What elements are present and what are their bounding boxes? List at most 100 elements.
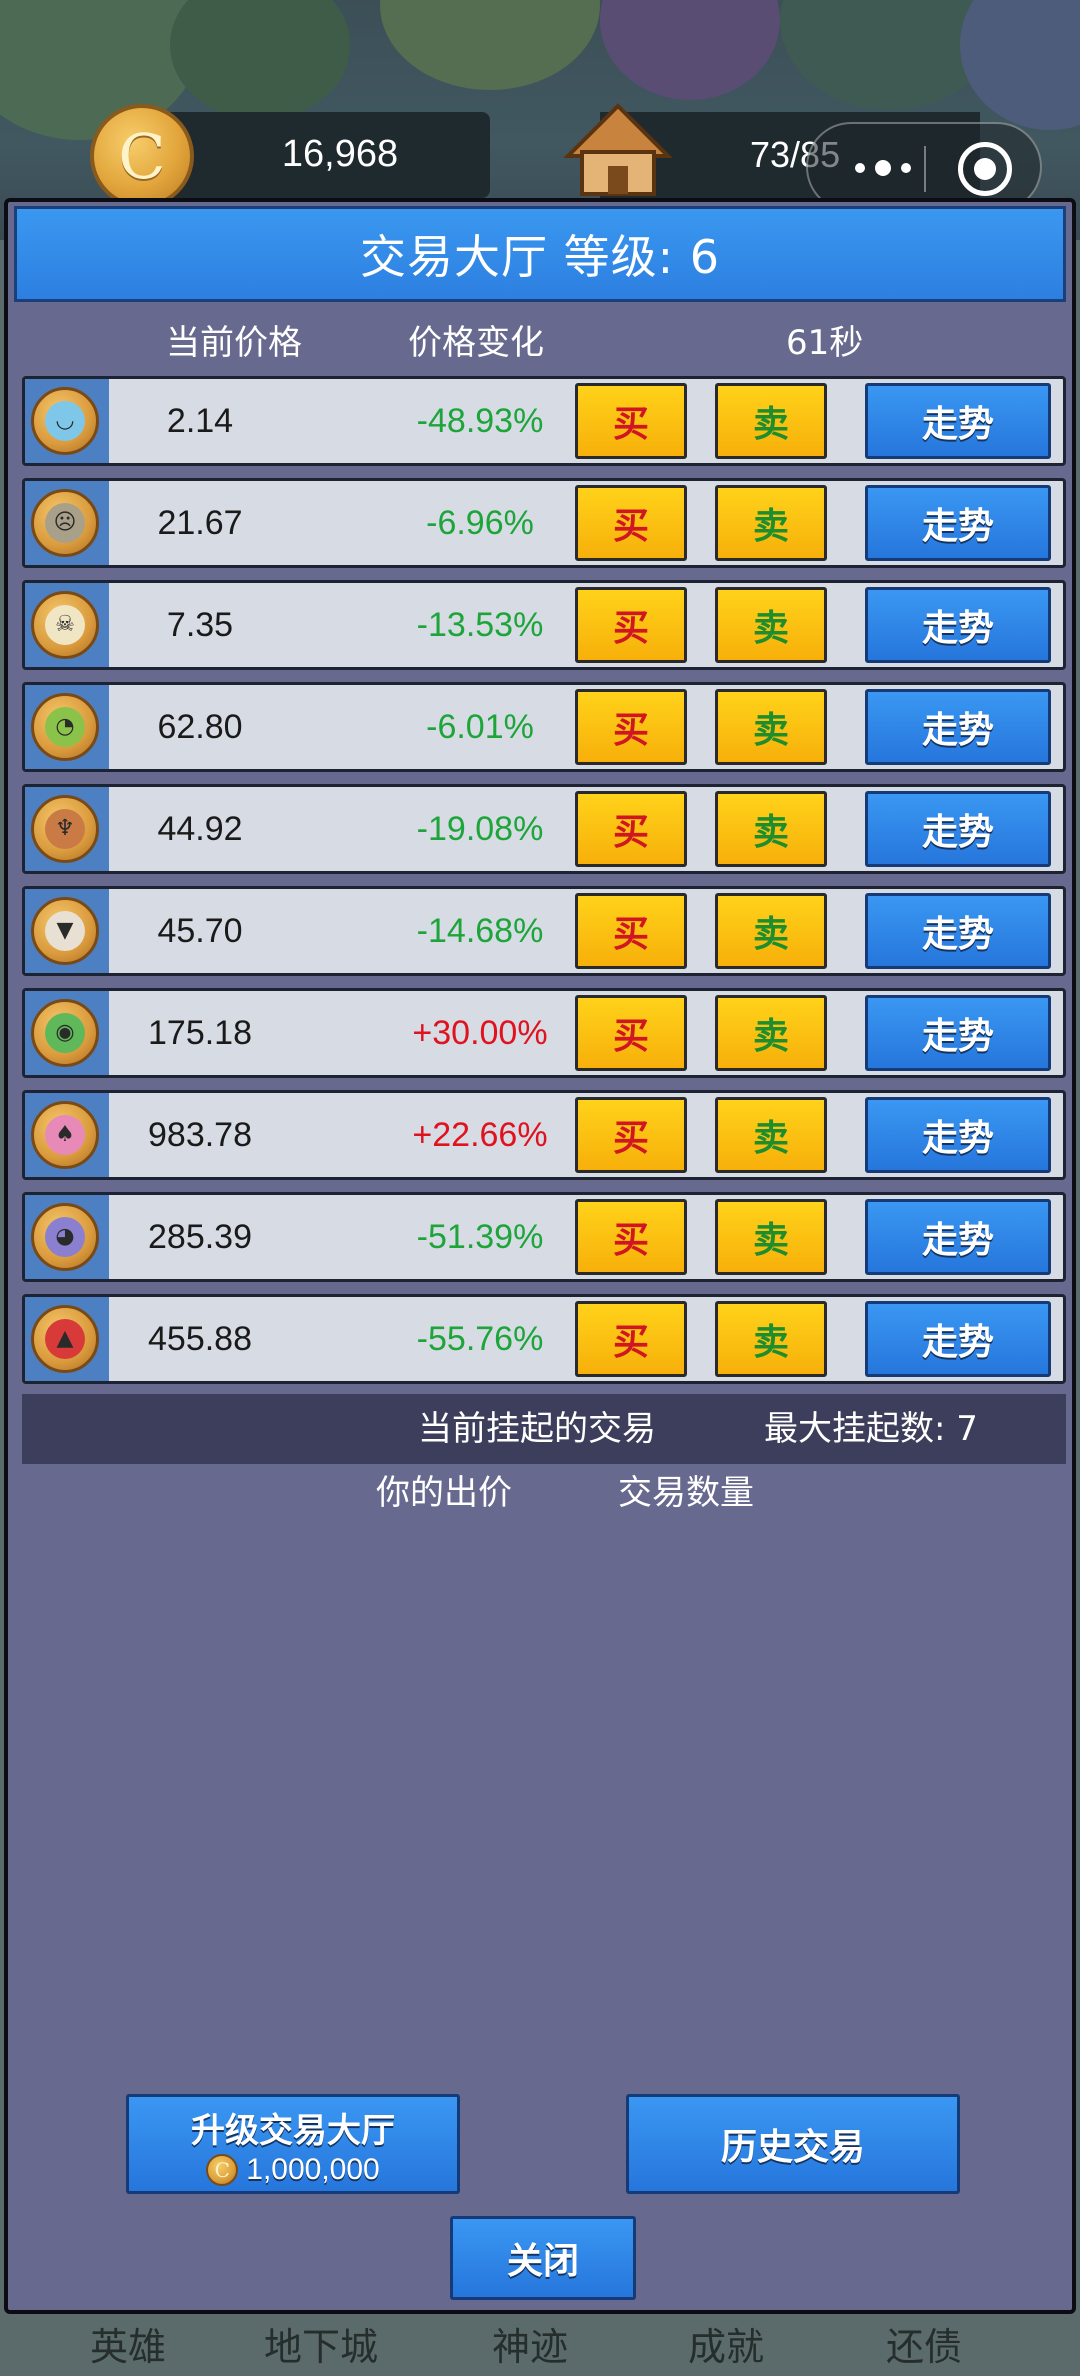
row-icon-cell: ▼ (25, 889, 109, 973)
commodity-row: ◉ 175.18 +30.00% 买 卖 走势 (22, 988, 1066, 1078)
pending-title: 当前挂起的交易 (418, 1409, 656, 1449)
trend-button[interactable]: 走势 (865, 587, 1051, 663)
col-your-bid: 你的出价 (376, 1473, 512, 1513)
refresh-timer: 61秒 (786, 323, 864, 363)
price-change: -19.08% (416, 810, 544, 848)
trend-button[interactable]: 走势 (865, 791, 1051, 867)
current-price: 62.80 (157, 708, 243, 746)
nav-dungeon[interactable]: 地下城 (264, 2322, 378, 2372)
row-icon-cell: ☠ (25, 583, 109, 667)
buy-button[interactable]: 买 (575, 485, 687, 561)
coin-symbol: C (118, 119, 166, 193)
history-trades-button[interactable]: 历史交易 (626, 2094, 960, 2194)
nav-repay-debt[interactable]: 还债 (886, 2322, 962, 2372)
pending-columns: 你的出价 交易数量 (8, 1468, 1072, 1518)
tree-shape (960, 0, 1080, 130)
trend-button[interactable]: 走势 (865, 1097, 1051, 1173)
sell-button[interactable]: 卖 (715, 1097, 827, 1173)
sell-button[interactable]: 卖 (715, 689, 827, 765)
row-icon-cell: ☹ (25, 481, 109, 565)
sell-button[interactable]: 卖 (715, 1301, 827, 1377)
upgrade-cost: C 1,000,000 (129, 2153, 457, 2187)
row-icon-cell: ◕ (25, 1195, 109, 1279)
commodity-row: ♆ 44.92 -19.08% 买 卖 走势 (22, 784, 1066, 874)
buy-button[interactable]: 买 (575, 383, 687, 459)
row-icon-cell: ◔ (25, 685, 109, 769)
wolf-icon: ▼ (31, 897, 99, 965)
buy-button[interactable]: 买 (575, 1301, 687, 1377)
purple-imp-icon: ◕ (31, 1203, 99, 1271)
commodity-row: ◔ 62.80 -6.01% 买 卖 走势 (22, 682, 1066, 772)
row-icon-cell: ◉ (25, 991, 109, 1075)
row-icon-cell: ♠ (25, 1093, 109, 1177)
row-icon-cell: ♆ (25, 787, 109, 871)
trend-button[interactable]: 走势 (865, 689, 1051, 765)
current-price: 44.92 (157, 810, 243, 848)
upgrade-cost-value: 1,000,000 (246, 2153, 380, 2186)
buy-button[interactable]: 买 (575, 689, 687, 765)
current-price: 2.14 (166, 402, 234, 440)
row-icon-cell: ▲ (25, 1297, 109, 1381)
buy-button[interactable]: 买 (575, 791, 687, 867)
commodity-row: ◕ 285.39 -51.39% 买 卖 走势 (22, 1192, 1066, 1282)
nav-miracle[interactable]: 神迹 (492, 2322, 568, 2372)
upgrade-hall-button[interactable]: 升级交易大厅 C 1,000,000 (126, 2094, 460, 2194)
price-change: -48.93% (416, 402, 544, 440)
close-button[interactable]: 关闭 (450, 2216, 636, 2300)
panel-title: 交易大厅 等级: 6 (14, 206, 1066, 302)
buy-button[interactable]: 买 (575, 1097, 687, 1173)
trend-button[interactable]: 走势 (865, 1301, 1051, 1377)
col-price-change: 价格变化 (408, 323, 544, 363)
trend-button[interactable]: 走势 (865, 485, 1051, 561)
col-trade-qty: 交易数量 (618, 1473, 754, 1513)
col-current-price: 当前价格 (166, 323, 302, 363)
more-options-icon[interactable] (838, 146, 928, 190)
current-price: 7.35 (166, 606, 234, 644)
blue-slime-icon: ◡ (31, 387, 99, 455)
current-price: 285.39 (148, 1218, 252, 1256)
tree-monster-icon: ♆ (31, 795, 99, 863)
nav-heroes[interactable]: 英雄 (90, 2322, 166, 2372)
coin-icon: C (90, 104, 194, 208)
nav-achievements[interactable]: 成就 (688, 2322, 764, 2372)
trend-button[interactable]: 走势 (865, 383, 1051, 459)
sell-button[interactable]: 卖 (715, 995, 827, 1071)
sell-button[interactable]: 卖 (715, 587, 827, 663)
column-headers: 当前价格 价格变化 61秒 (8, 318, 1072, 368)
trend-button[interactable]: 走势 (865, 995, 1051, 1071)
coin-amount: 16,968 (281, 133, 399, 175)
sell-button[interactable]: 卖 (715, 893, 827, 969)
current-price: 45.70 (157, 912, 243, 950)
skull-icon: ☠ (31, 591, 99, 659)
price-change: -14.68% (416, 912, 544, 950)
bottom-nav: 英雄 地下城 神迹 成就 还债 (0, 2316, 1080, 2376)
sell-button[interactable]: 卖 (715, 791, 827, 867)
close-miniprogram-icon[interactable] (958, 142, 1012, 196)
upgrade-label: 升级交易大厅 (191, 2111, 395, 2151)
current-price: 21.67 (157, 504, 243, 542)
commodity-list: ◡ 2.14 -48.93% 买 卖 走势 ☹ 21.67 -6.96% 买 卖… (22, 376, 1066, 1396)
coin-icon: C (206, 2154, 239, 2186)
price-change: +22.66% (412, 1116, 548, 1154)
goblin-icon: ◔ (31, 693, 99, 761)
sell-button[interactable]: 卖 (715, 1199, 827, 1275)
capsule-divider (924, 146, 926, 192)
tree-shape (600, 0, 780, 100)
sell-button[interactable]: 卖 (715, 383, 827, 459)
commodity-row: ☠ 7.35 -13.53% 买 卖 走势 (22, 580, 1066, 670)
mushroom-icon: ♠ (31, 1101, 99, 1169)
buy-button[interactable]: 买 (575, 893, 687, 969)
buy-button[interactable]: 买 (575, 1199, 687, 1275)
price-change: -13.53% (416, 606, 544, 644)
row-icon-cell: ◡ (25, 379, 109, 463)
trend-button[interactable]: 走势 (865, 893, 1051, 969)
sell-button[interactable]: 卖 (715, 485, 827, 561)
price-change: -55.76% (416, 1320, 544, 1358)
buy-button[interactable]: 买 (575, 995, 687, 1071)
orc-icon: ◉ (31, 999, 99, 1067)
tree-shape (380, 0, 600, 90)
max-pending-label: 最大挂起数: 7 (764, 1409, 978, 1449)
house-icon (563, 103, 673, 196)
buy-button[interactable]: 买 (575, 587, 687, 663)
trend-button[interactable]: 走势 (865, 1199, 1051, 1275)
